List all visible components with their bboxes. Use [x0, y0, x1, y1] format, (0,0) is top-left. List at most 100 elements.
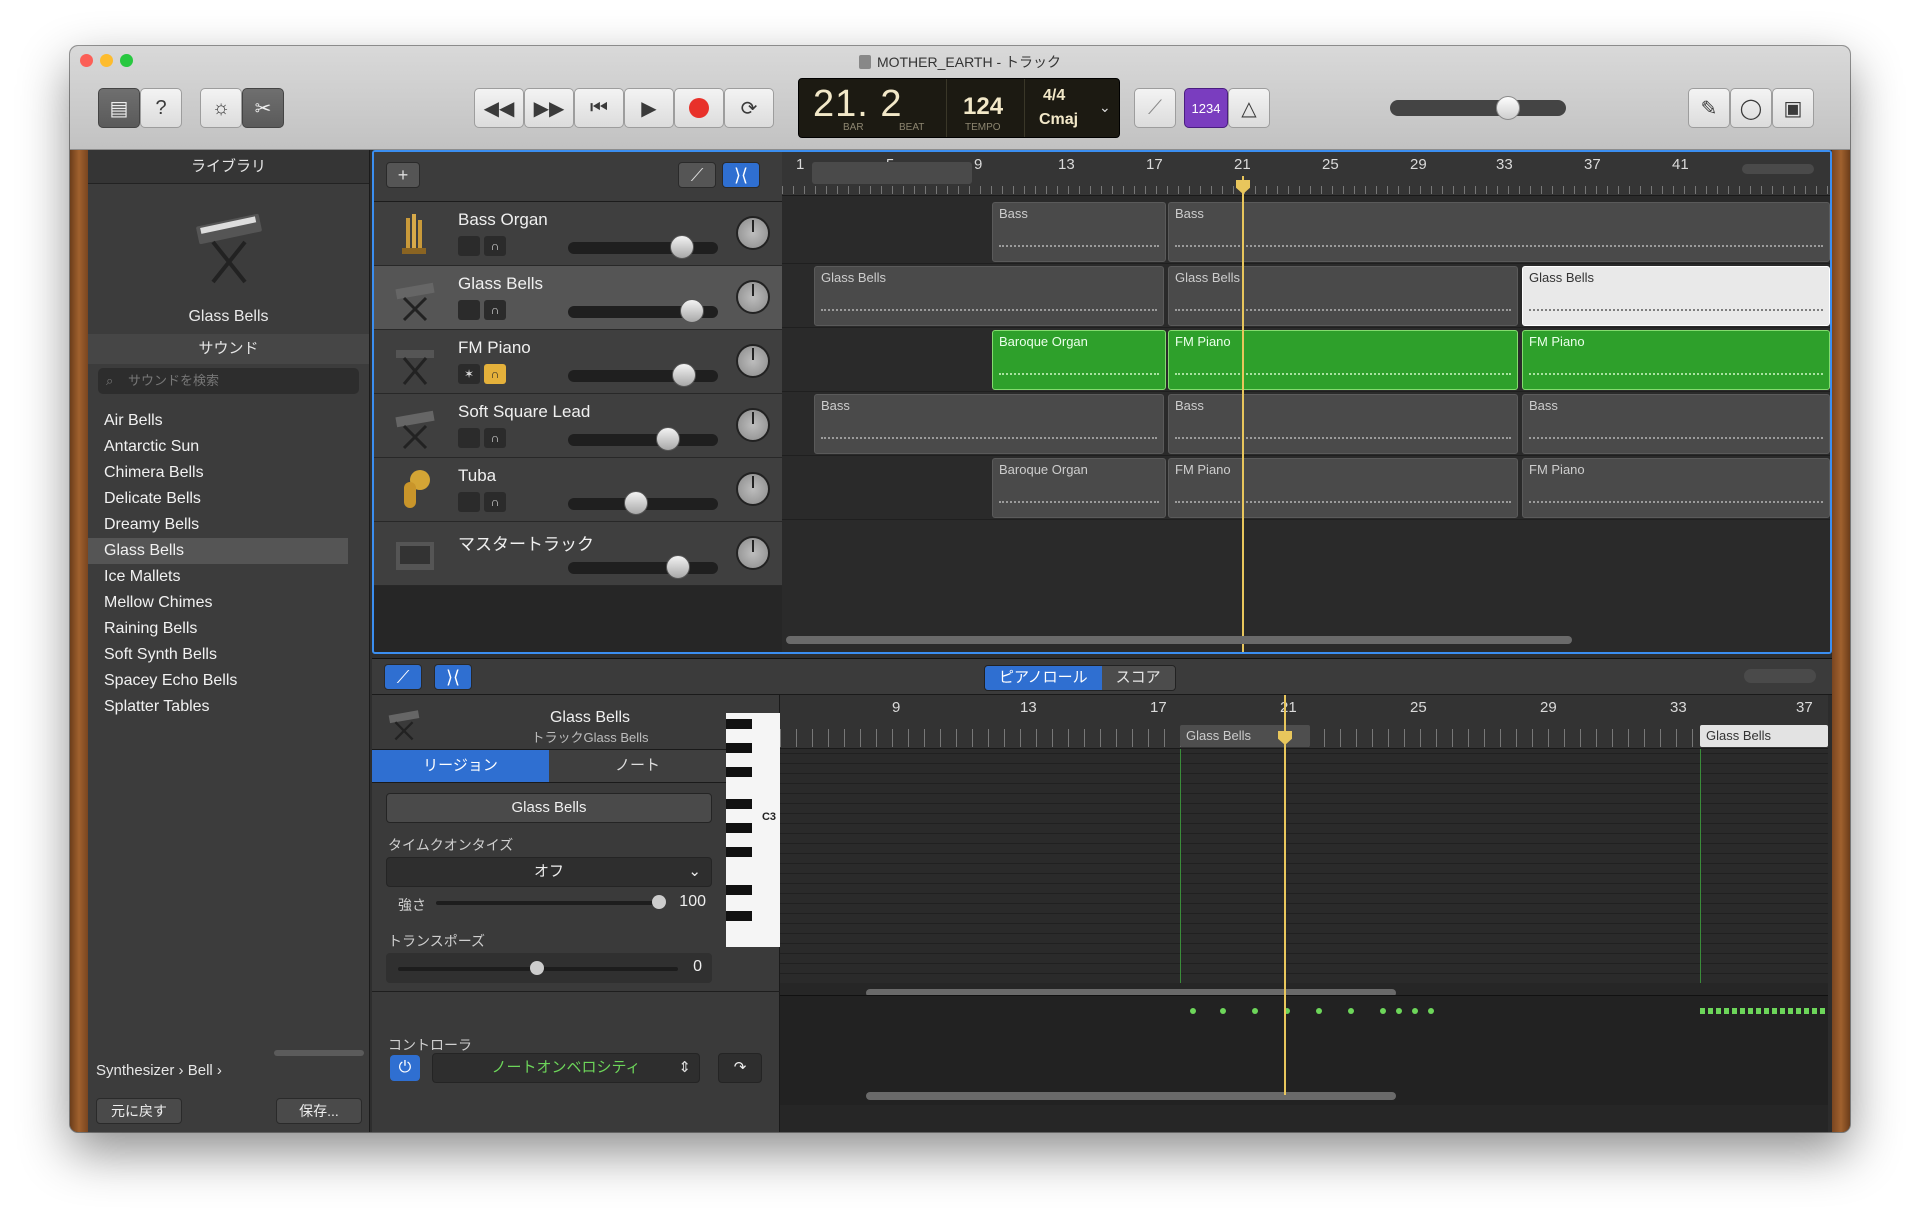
headphones-icon[interactable]: ∩	[484, 236, 506, 256]
velocity-points-group[interactable]	[1700, 1008, 1828, 1014]
region[interactable]: Bass	[1168, 394, 1518, 454]
count-in-button[interactable]: 1234	[1184, 88, 1228, 128]
horizontal-scrollbar[interactable]	[786, 636, 1572, 644]
master-volume-slider[interactable]	[1390, 100, 1566, 116]
tuner-button[interactable]: ⟋	[1134, 88, 1176, 128]
velocity-point[interactable]	[1380, 1008, 1386, 1014]
controller-curve-button[interactable]: ↷	[718, 1053, 762, 1083]
note-pad-button[interactable]: ✎	[1688, 88, 1730, 128]
track-header-soft-square-lead[interactable]: Soft Square Lead ∩	[374, 394, 782, 458]
sound-item-mellow-chimes[interactable]: Mellow Chimes	[88, 590, 348, 616]
black-key[interactable]	[726, 799, 752, 809]
piano-roll-area[interactable]: 9 13 17 21 25 29 33 37 Glass Bells Glass…	[780, 695, 1828, 1132]
mute-button[interactable]	[458, 428, 480, 448]
piano-keyboard[interactable]: C3	[726, 713, 780, 947]
region[interactable]: Baroque Organ	[992, 330, 1166, 390]
headphones-icon[interactable]: ∩	[484, 364, 506, 384]
black-key[interactable]	[726, 885, 752, 895]
note-grid[interactable]	[780, 749, 1828, 983]
velocity-point[interactable]	[1190, 1008, 1196, 1014]
track-header-tuba[interactable]: Tuba ∩	[374, 458, 782, 522]
pan-knob[interactable]	[736, 216, 770, 250]
velocity-point[interactable]	[1316, 1008, 1322, 1014]
sound-item-dreamy-bells[interactable]: Dreamy Bells	[88, 512, 348, 538]
velocity-point[interactable]	[1348, 1008, 1354, 1014]
pan-knob[interactable]	[736, 280, 770, 314]
editor-catch-button[interactable]: ⟩⟨	[434, 664, 472, 690]
go-to-beginning-button[interactable]: ⏮	[574, 88, 624, 128]
tab-notes[interactable]: ノート	[549, 750, 726, 782]
region[interactable]: FM Piano	[1168, 330, 1518, 390]
region[interactable]: Bass	[992, 202, 1166, 262]
track-volume-knob[interactable]	[680, 299, 704, 323]
add-track-button[interactable]: +	[386, 162, 420, 188]
black-key[interactable]	[726, 767, 752, 777]
velocity-point[interactable]	[1412, 1008, 1418, 1014]
controller-select[interactable]: ノートオンベロシティ ⇕	[432, 1053, 700, 1083]
track-header-master[interactable]: マスタートラック	[374, 522, 782, 586]
track-volume-knob[interactable]	[624, 491, 648, 515]
track-volume-knob[interactable]	[670, 235, 694, 259]
sound-item-soft-synth-bells[interactable]: Soft Synth Bells	[88, 642, 348, 668]
region[interactable]: Glass Bells	[1168, 266, 1518, 326]
editor-ruler[interactable]: 9 13 17 21 25 29 33 37 Glass Bells Glass…	[780, 695, 1828, 749]
track-volume-slider[interactable]	[568, 562, 718, 574]
sound-item-glass-bells[interactable]: Glass Bells	[88, 538, 348, 564]
record-enable-icon[interactable]: ✶	[458, 364, 480, 384]
mute-button[interactable]	[458, 492, 480, 512]
velocity-point[interactable]	[1220, 1008, 1226, 1014]
region[interactable]: Bass	[1522, 394, 1830, 454]
region[interactable]: FM Piano	[1522, 330, 1830, 390]
velocity-point[interactable]	[1396, 1008, 1402, 1014]
region[interactable]: Bass	[1168, 202, 1830, 262]
track-lane-glass-bells[interactable]: Glass Bells Glass Bells Glass Bells	[782, 264, 1830, 328]
quick-help-button[interactable]: ?	[140, 88, 182, 128]
library-scrollbar[interactable]	[274, 1050, 364, 1056]
track-header-glass-bells[interactable]: Glass Bells ∩	[374, 266, 782, 330]
sound-search-field[interactable]: ⌕ サウンドを検索	[98, 368, 359, 394]
track-header-bass-organ[interactable]: Bass Organ ∩	[374, 202, 782, 266]
tab-score[interactable]: スコア	[1101, 666, 1175, 690]
strength-slider[interactable]	[436, 901, 658, 905]
pan-knob[interactable]	[736, 536, 770, 570]
loop-browser-button[interactable]: ◯	[1730, 88, 1772, 128]
headphones-icon[interactable]: ∩	[484, 492, 506, 512]
region[interactable]: Baroque Organ	[992, 458, 1166, 518]
track-lane-bass-organ[interactable]: Bass Bass	[782, 200, 1830, 264]
track-volume-slider[interactable]	[568, 434, 718, 446]
black-key[interactable]	[726, 743, 752, 753]
library-button[interactable]: ▤	[98, 88, 140, 128]
rewind-button[interactable]: ◀◀	[474, 88, 524, 128]
region[interactable]: FM Piano	[1522, 458, 1830, 518]
black-key[interactable]	[726, 847, 752, 857]
track-volume-knob[interactable]	[672, 363, 696, 387]
transpose-slider-knob[interactable]	[530, 961, 544, 975]
controller-power-button[interactable]: ⏻	[390, 1055, 420, 1081]
time-quantize-select[interactable]: オフ ⌄	[386, 857, 712, 887]
automation-button[interactable]: ⟋	[678, 162, 716, 188]
lcd-display[interactable]: 21. 2 BAR BEAT 124 TEMPO 4/4 Cmaj ⌄	[798, 78, 1120, 138]
zoom-slider[interactable]	[1742, 164, 1814, 174]
track-lane-soft-square-lead[interactable]: Bass Bass Bass	[782, 392, 1830, 456]
pan-knob[interactable]	[736, 472, 770, 506]
cycle-region[interactable]	[812, 162, 972, 184]
pan-knob[interactable]	[736, 408, 770, 442]
strength-slider-knob[interactable]	[652, 895, 666, 909]
tab-region[interactable]: リージョン	[372, 750, 549, 782]
sound-item-raining-bells[interactable]: Raining Bells	[88, 616, 348, 642]
editor-playhead[interactable]	[1284, 695, 1286, 1095]
play-button[interactable]: ▶	[624, 88, 674, 128]
black-key[interactable]	[726, 823, 752, 833]
mute-button[interactable]	[458, 236, 480, 256]
tab-piano-roll[interactable]: ピアノロール	[985, 666, 1102, 690]
breadcrumb-category[interactable]: Synthesizer	[96, 1062, 174, 1079]
sound-item-air-bells[interactable]: Air Bells	[88, 408, 348, 434]
pan-knob[interactable]	[736, 344, 770, 378]
black-key[interactable]	[726, 911, 752, 921]
editor-region-bar-selected[interactable]: Glass Bells	[1700, 725, 1828, 747]
black-key[interactable]	[726, 719, 752, 729]
timeline[interactable]: 1 5 9 13 17 21 25 29 33 37 41 Bass Bass	[782, 152, 1830, 652]
metronome-button[interactable]: △	[1228, 88, 1270, 128]
record-button[interactable]	[674, 88, 724, 128]
velocity-point[interactable]	[1428, 1008, 1434, 1014]
